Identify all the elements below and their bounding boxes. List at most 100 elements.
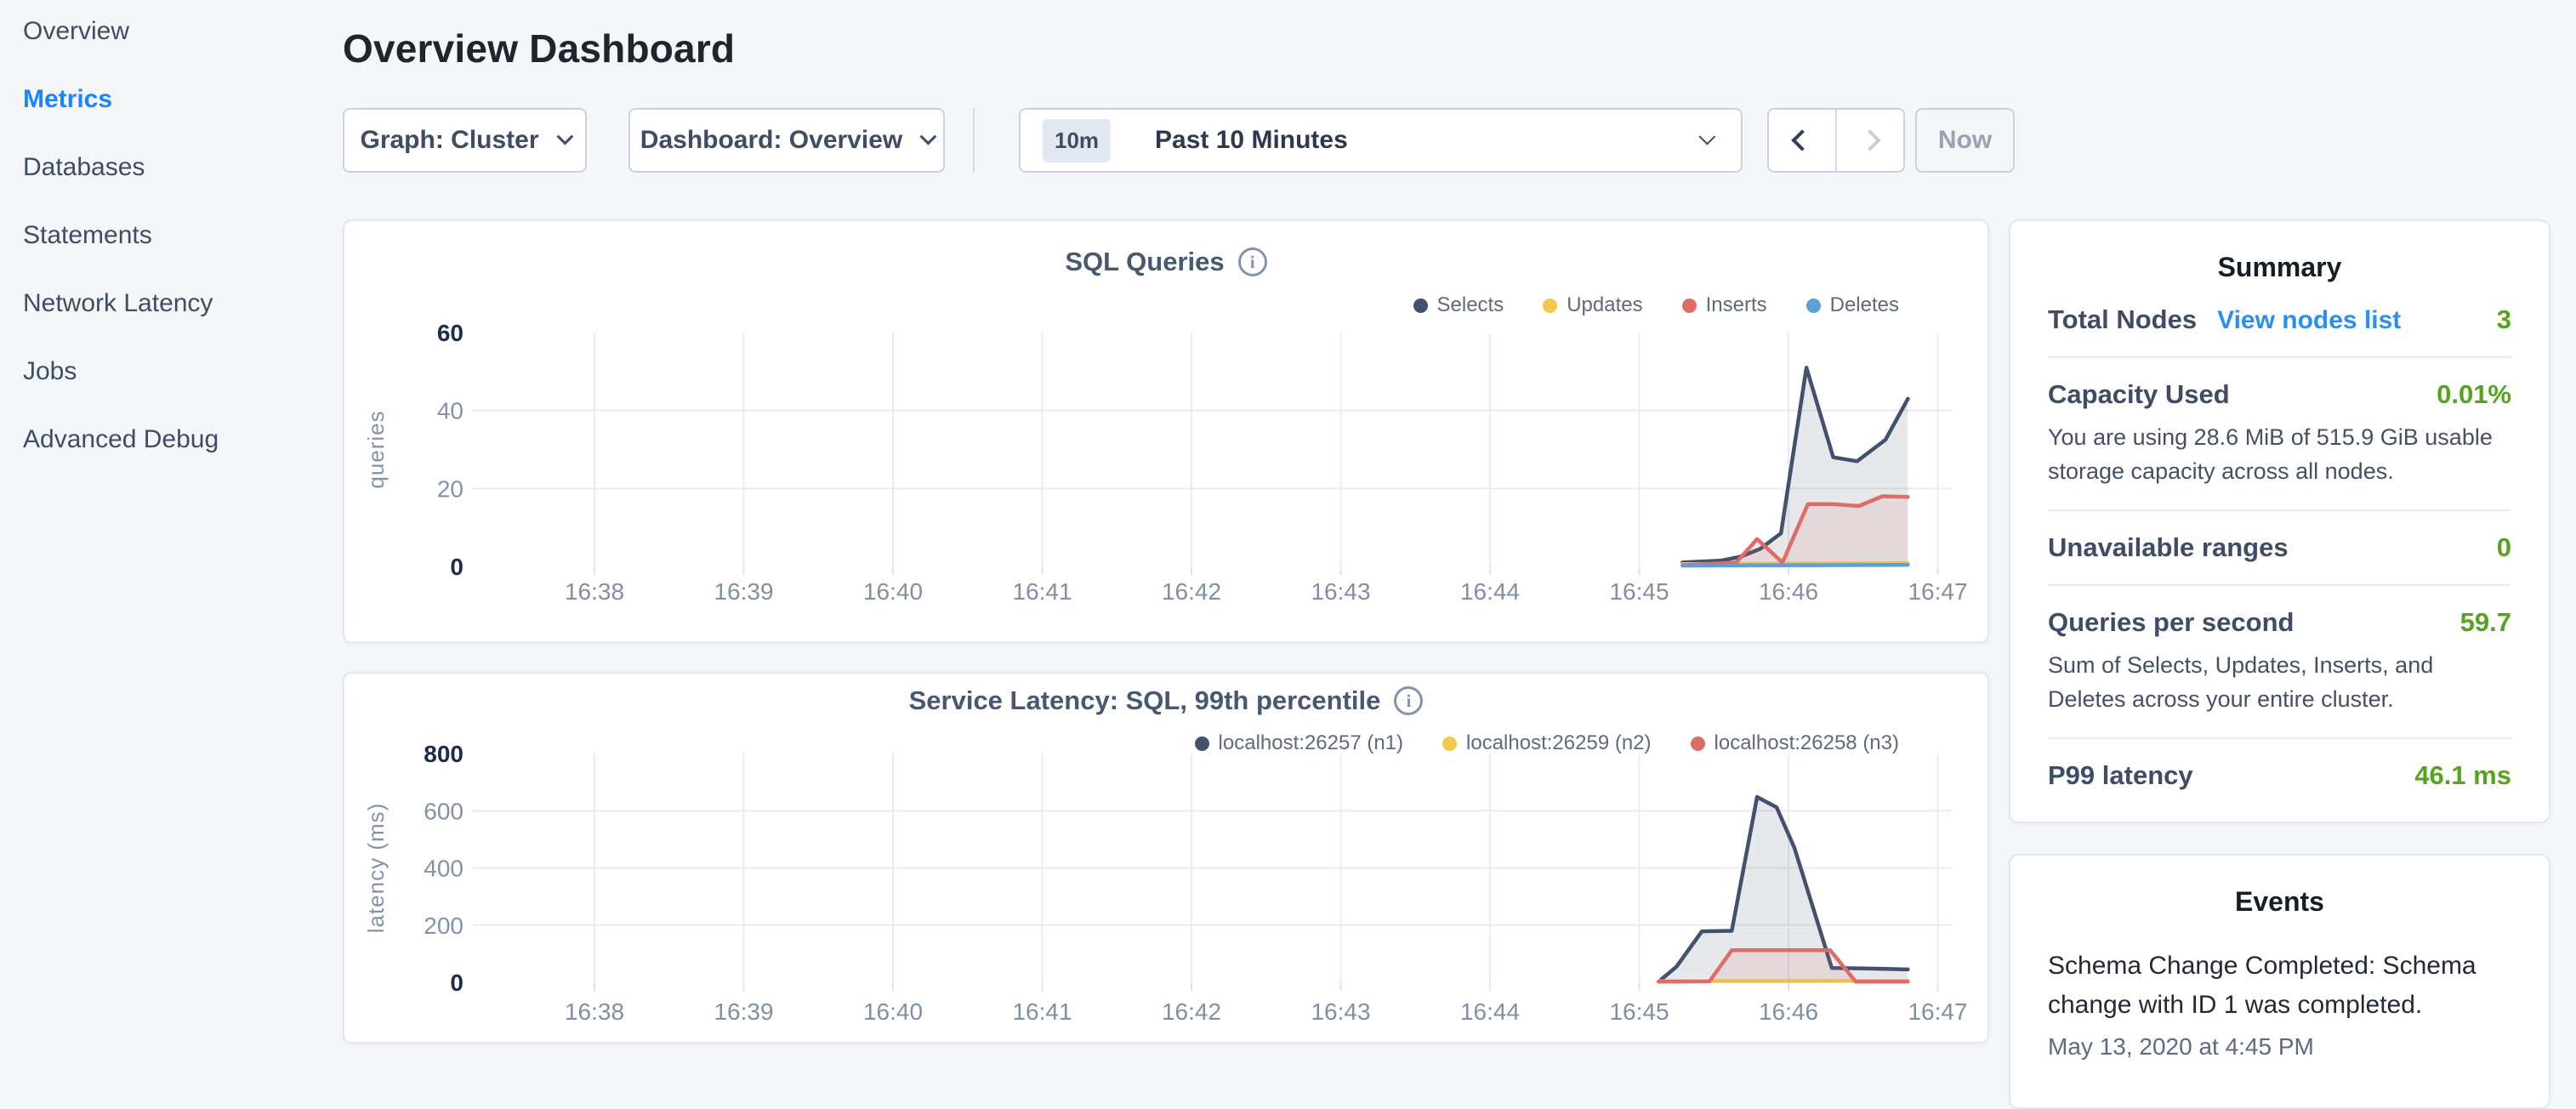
time-window-arrows [1767,108,1905,173]
summary-title: Summary [2048,252,2511,283]
time-window-dropdown[interactable]: 10m Past 10 Minutes [1019,108,1743,173]
svg-text:60: 60 [437,320,463,346]
summary-row-label: Capacity Used [2048,379,2230,410]
svg-text:16:41: 16:41 [1012,998,1072,1025]
now-button[interactable]: Now [1915,108,2015,173]
chevron-left-icon [1791,129,1812,151]
chevron-down-icon [1699,128,1716,145]
legend-dot-icon [1682,299,1697,313]
svg-text:16:42: 16:42 [1162,578,1221,605]
summary-row-total-nodes: Total Nodes View nodes list 3 [2048,283,2511,356]
legend-item[interactable]: localhost:26258 (n3) [1691,731,1899,755]
event-text: Schema Change Completed: Schema change w… [2048,947,2511,1025]
dashboard-controls: Graph: Cluster Dashboard: Overview 10m P… [0,108,2576,173]
svg-text:16:42: 16:42 [1162,998,1221,1025]
svg-text:16:41: 16:41 [1012,578,1072,605]
sidebar-item-label: Jobs [23,357,77,386]
graph-scope-label: Graph: Cluster [360,126,538,155]
summary-row-value: 59.7 [2460,607,2511,638]
legend-item[interactable]: Inserts [1682,293,1767,317]
legend-label: Inserts [1706,293,1767,317]
sidebar-item-label: Statements [23,221,152,250]
summary-panel: Summary Total Nodes View nodes list 3 Ca… [2009,219,2550,823]
svg-text:0: 0 [450,970,463,996]
summary-row-value: 0 [2497,532,2511,563]
legend-label: Deletes [1830,293,1899,317]
svg-text:16:46: 16:46 [1759,578,1818,605]
svg-text:800: 800 [424,741,463,767]
graph-scope-dropdown[interactable]: Graph: Cluster [343,108,587,173]
svg-text:16:39: 16:39 [714,998,773,1025]
legend-label: Selects [1437,293,1504,317]
legend-item[interactable]: Deletes [1806,293,1899,317]
chevron-down-icon [556,128,573,145]
svg-text:16:45: 16:45 [1609,998,1669,1025]
chart-legend: localhost:26257 (n1) localhost:26259 (n2)… [1195,731,1899,755]
chevron-right-icon [1859,129,1880,151]
chart-title-row: Service Latency: SQL, 99th percentile [344,685,1987,716]
svg-text:600: 600 [424,798,463,824]
sidebar-item-label: Network Latency [23,289,213,318]
legend-item[interactable]: Selects [1413,293,1504,317]
sidebar-item-label: Advanced Debug [23,425,219,454]
summary-row-capacity-used: Capacity Used 0.01% You are using 28.6 M… [2048,356,2511,509]
service-latency-chart-card: Service Latency: SQL, 99th percentile lo… [343,672,1989,1044]
summary-row-label: P99 latency [2048,760,2193,791]
event-timestamp: May 13, 2020 at 4:45 PM [2048,1033,2511,1061]
service-latency-chart[interactable]: 16:3816:3916:4016:4116:4216:4316:4416:45… [344,674,1991,1045]
sidebar-item-statements[interactable]: Statements [23,202,219,270]
events-panel: Events Schema Change Completed: Schema c… [2009,854,2550,1109]
sidebar-item-jobs[interactable]: Jobs [23,338,219,406]
sql-queries-chart[interactable]: 16:3816:3916:4016:4116:4216:4316:4416:45… [344,221,1991,645]
legend-label: localhost:26259 (n2) [1466,731,1651,755]
previous-time-window-button[interactable] [1769,110,1835,171]
legend-dot-icon [1691,736,1705,751]
chart-title-row: SQL Queries [344,247,1987,277]
svg-text:16:39: 16:39 [714,578,773,605]
svg-text:0: 0 [450,554,463,580]
sql-queries-chart-card: SQL Queries Selects Updates Inserts Deletes… [343,219,1989,643]
summary-row-label: Unavailable ranges [2048,532,2289,563]
summary-row-p99-latency: P99 latency 46.1 ms [2048,737,2511,812]
summary-row-value: 0.01% [2437,379,2511,410]
time-window-badge: 10m [1043,119,1111,162]
svg-text:16:43: 16:43 [1311,998,1370,1025]
legend-item[interactable]: localhost:26257 (n1) [1195,731,1403,755]
legend-dot-icon [1543,299,1557,313]
events-title: Events [2048,886,2511,918]
sidebar-item-advanced-debug[interactable]: Advanced Debug [23,406,219,474]
info-icon[interactable] [1394,686,1423,715]
summary-row-description: Sum of Selects, Updates, Inserts, and De… [2048,648,2511,716]
next-time-window-button[interactable] [1837,110,1903,171]
sidebar-item-overview[interactable]: Overview [23,0,219,65]
legend-dot-icon [1806,299,1821,313]
chart-legend: Selects Updates Inserts Deletes [1413,293,1900,317]
sidebar-nav: Overview Metrics Databases Statements Ne… [23,0,219,474]
svg-text:16:43: 16:43 [1311,578,1370,605]
summary-row-label: Queries per second [2048,607,2294,638]
svg-text:16:40: 16:40 [863,998,923,1025]
svg-text:16:44: 16:44 [1460,578,1520,605]
legend-label: Updates [1567,293,1642,317]
summary-row-value: 3 [2497,304,2511,335]
dashboard-dropdown[interactable]: Dashboard: Overview [628,108,945,173]
legend-item[interactable]: Updates [1543,293,1642,317]
summary-row-description: You are using 28.6 MiB of 515.9 GiB usab… [2048,420,2511,488]
sidebar-item-network-latency[interactable]: Network Latency [23,270,219,338]
summary-row-label: Total Nodes [2048,304,2197,335]
svg-text:16:38: 16:38 [565,578,624,605]
legend-item[interactable]: localhost:26259 (n2) [1442,731,1651,755]
svg-text:latency (ms): latency (ms) [363,803,389,934]
info-icon[interactable] [1238,247,1267,276]
legend-label: localhost:26258 (n3) [1714,731,1899,755]
legend-dot-icon [1413,299,1428,313]
svg-text:20: 20 [437,475,463,502]
chart-title: SQL Queries [1065,247,1224,277]
now-button-label: Now [1938,126,1992,155]
svg-text:16:40: 16:40 [863,578,923,605]
summary-row-unavailable-ranges: Unavailable ranges 0 [2048,509,2511,584]
svg-text:16:47: 16:47 [1908,578,1967,605]
view-nodes-list-link[interactable]: View nodes list [2217,306,2401,335]
event-list-item[interactable]: Schema Change Completed: Schema change w… [2048,947,2511,1061]
summary-row-queries-per-second: Queries per second 59.7 Sum of Selects, … [2048,584,2511,737]
